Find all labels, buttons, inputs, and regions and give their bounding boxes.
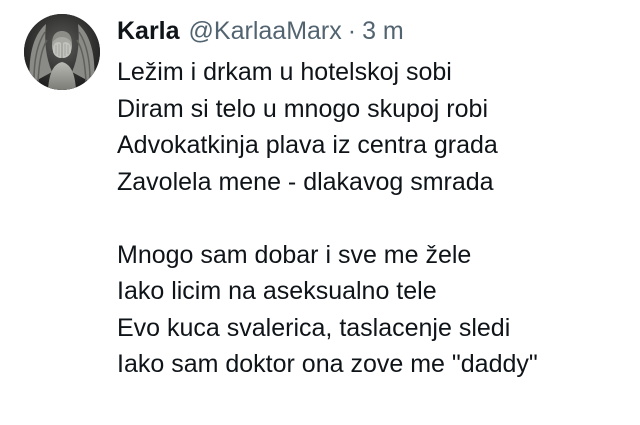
tweet-timestamp[interactable]: 3 m	[362, 14, 404, 48]
tweet-line: Mnogo sam dobar i sve me žele	[117, 240, 472, 269]
avatar[interactable]	[24, 14, 100, 90]
tweet-line: Evo kuca svalerica, taslacenje sledi	[117, 313, 511, 342]
weeping-angel-statue-avatar-icon	[24, 14, 100, 90]
tweet-header: Karla @KarlaaMarx · 3 m	[117, 14, 404, 48]
tweet-text: Ležim i drkam u hotelskoj sobi Diram si …	[117, 54, 637, 383]
tweet-line: Advokatkinja plava iz centra grada	[117, 131, 498, 159]
tweet-line: Diram si telo u mnogo skupoj robi	[117, 94, 488, 123]
tweet-line: Iako sam doktor ona zove me "daddy"	[117, 350, 538, 378]
tweet-line: Zavolela mene - dlakavog smrada	[117, 167, 494, 196]
author-display-name[interactable]: Karla	[117, 14, 180, 48]
tweet-line: Ležim i drkam u hotelskoj sobi	[117, 58, 452, 86]
tweet-line: Iako licim na aseksualno tele	[117, 277, 437, 305]
stanza-break	[117, 200, 637, 237]
tweet: Karla @KarlaaMarx · 3 m Ležim i drkam u …	[0, 0, 640, 425]
separator-dot: ·	[347, 17, 357, 45]
author-handle[interactable]: @KarlaaMarx	[189, 14, 342, 48]
